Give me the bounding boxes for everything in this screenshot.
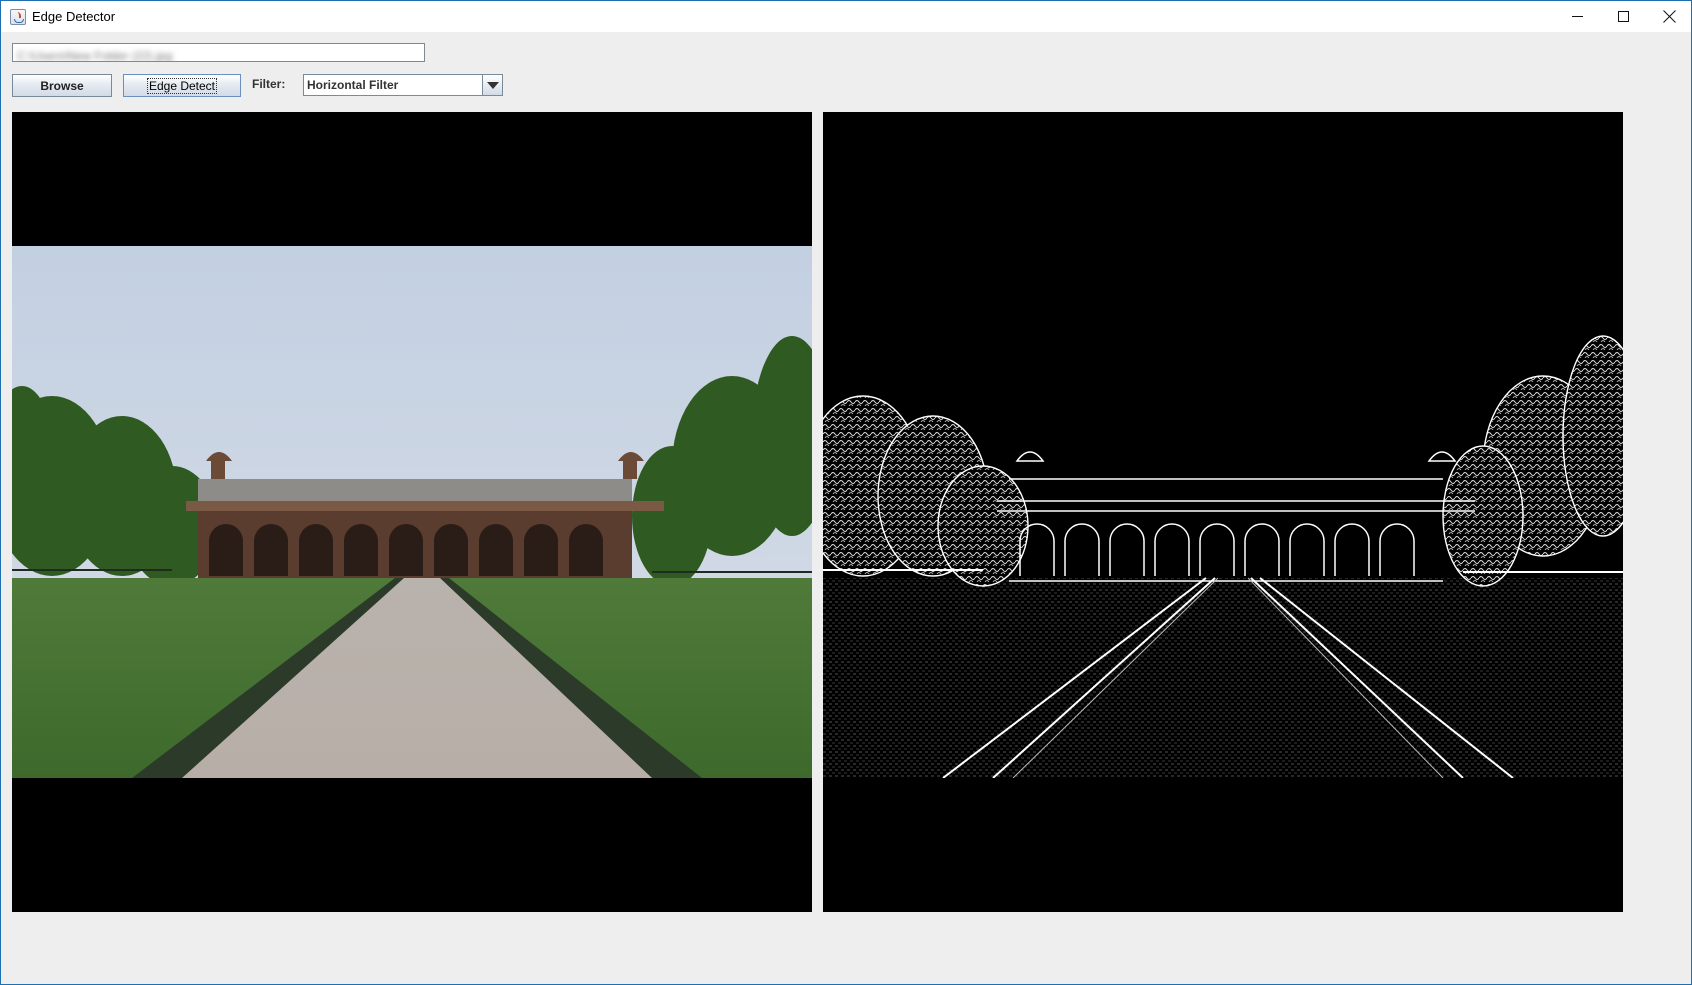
edge-result-panel	[823, 112, 1623, 912]
filter-selected-value: Horizontal Filter	[307, 78, 399, 92]
file-path-field[interactable]: C:\Users\New Folder (22).jpg	[12, 43, 425, 62]
app-window: Edge Detector C:\Users\New Folder (22).j…	[0, 0, 1692, 985]
file-path-value: C:\Users\New Folder (22).jpg	[17, 49, 173, 62]
java-cup-icon	[10, 8, 26, 25]
title-bar[interactable]: Edge Detector	[1, 1, 1691, 32]
window-title: Edge Detector	[32, 9, 116, 24]
close-icon	[1663, 10, 1676, 23]
maximize-icon	[1617, 11, 1629, 22]
original-image	[12, 246, 812, 778]
edge-detect-button[interactable]: Edge Detect	[123, 74, 241, 97]
browse-button[interactable]: Browse	[12, 74, 112, 97]
close-button[interactable]	[1646, 1, 1692, 32]
filter-select[interactable]: Horizontal Filter	[303, 74, 503, 96]
original-image-panel	[12, 112, 812, 912]
edge-result-image	[823, 246, 1623, 778]
filter-dropdown-button[interactable]	[482, 75, 502, 95]
minimize-button[interactable]	[1554, 1, 1600, 32]
minimize-icon	[1571, 16, 1583, 17]
edge-detect-label: Edge Detect	[146, 77, 218, 94]
chevron-down-icon	[486, 81, 499, 89]
maximize-button[interactable]	[1600, 1, 1646, 32]
filter-label: Filter:	[252, 77, 286, 91]
